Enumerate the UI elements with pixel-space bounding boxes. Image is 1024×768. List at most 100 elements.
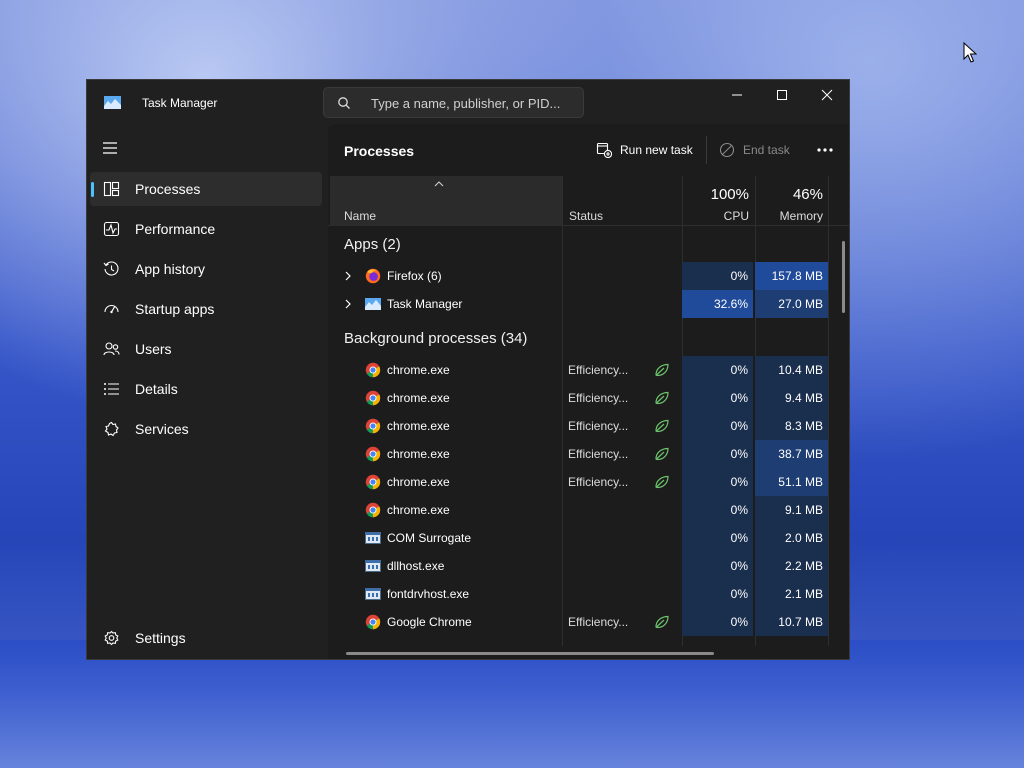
- cpu-cell: 0%: [682, 440, 753, 468]
- process-name: chrome.exe: [387, 475, 450, 489]
- sidebar-item-label: Performance: [135, 221, 216, 237]
- process-name: chrome.exe: [387, 363, 450, 377]
- minimize-button[interactable]: [714, 80, 760, 110]
- chrome-icon: [365, 614, 381, 630]
- task-manager-icon: [365, 298, 381, 310]
- sidebar-item-app-history[interactable]: App history: [90, 252, 322, 286]
- chrome-icon: [365, 418, 381, 434]
- services-icon: [104, 421, 119, 437]
- sidebar-item-label: Startup apps: [135, 301, 215, 317]
- table-row[interactable]: chrome.exe Efficiency... 0% 38.7 MB: [328, 440, 838, 468]
- cpu-cell: 0%: [682, 412, 753, 440]
- chevron-right-icon[interactable]: [344, 271, 352, 281]
- memory-cell: 9.1 MB: [755, 496, 828, 524]
- chevron-right-icon[interactable]: [344, 299, 352, 309]
- sort-ascending-icon: [434, 181, 444, 187]
- settings-gear-icon: [104, 630, 119, 646]
- settings-label: Settings: [135, 630, 186, 646]
- table-row[interactable]: dllhost.exe 0% 2.2 MB: [328, 552, 838, 580]
- efficiency-mode-leaf-icon: [655, 475, 669, 489]
- close-button[interactable]: [804, 80, 849, 110]
- search-box[interactable]: Type a name, publisher, or PID...: [323, 87, 584, 118]
- cpu-cell: 0%: [682, 262, 753, 290]
- column-header-row: Name Status 100% CPU 46% Memory: [328, 176, 849, 226]
- cpu-cell: 0%: [682, 356, 753, 384]
- sidebar-item-settings[interactable]: Settings: [90, 621, 322, 655]
- table-row[interactable]: chrome.exe Efficiency... 0% 10.4 MB: [328, 356, 838, 384]
- sidebar-item-startup-apps[interactable]: Startup apps: [90, 292, 322, 326]
- toolbar-divider: [706, 136, 707, 164]
- cpu-cell: 0%: [682, 384, 753, 412]
- sidebar-item-label: Processes: [135, 181, 201, 197]
- table-row[interactable]: Task Manager 32.6% 27.0 MB: [328, 290, 838, 318]
- table-row[interactable]: fontdrvhost.exe 0% 2.1 MB: [328, 580, 838, 608]
- vertical-scrollbar[interactable]: [842, 241, 845, 313]
- table-row[interactable]: chrome.exe 0% 9.1 MB: [328, 496, 838, 524]
- close-icon: [821, 89, 833, 101]
- maximize-icon: [777, 90, 787, 100]
- process-status: Efficiency...: [568, 363, 629, 377]
- memory-cell: 9.4 MB: [755, 384, 828, 412]
- mouse-cursor-icon: [963, 42, 977, 63]
- end-task-label: End task: [743, 143, 790, 157]
- background-processes-group-header: Background processes (34): [344, 330, 528, 347]
- efficiency-mode-leaf-icon: [655, 363, 669, 377]
- efficiency-mode-leaf-icon: [655, 447, 669, 461]
- status-header-label[interactable]: Status: [569, 209, 603, 223]
- memory-cell: 10.4 MB: [755, 356, 828, 384]
- process-status: Efficiency...: [568, 419, 629, 433]
- efficiency-mode-leaf-icon: [655, 391, 669, 405]
- system-process-icon: [365, 560, 381, 572]
- process-name: Google Chrome: [387, 615, 472, 629]
- memory-header-label[interactable]: Memory: [756, 209, 823, 223]
- app-history-icon: [103, 261, 119, 276]
- table-row[interactable]: Firefox (6) 0% 157.8 MB: [328, 262, 838, 290]
- process-name: chrome.exe: [387, 419, 450, 433]
- memory-cell: 27.0 MB: [755, 290, 828, 318]
- processes-panel: Processes Run new task End task Name Sta…: [328, 124, 849, 659]
- process-status: Efficiency...: [568, 391, 629, 405]
- table-row[interactable]: Google Chrome Efficiency... 0% 10.7 MB: [328, 608, 838, 636]
- processes-icon: [103, 181, 120, 197]
- end-task-button[interactable]: End task: [719, 139, 790, 161]
- cpu-cell: 0%: [682, 468, 753, 496]
- process-name: Task Manager: [387, 297, 463, 311]
- sidebar-item-label: App history: [135, 261, 206, 277]
- sidebar-item-label: Users: [135, 341, 172, 357]
- process-name: fontdrvhost.exe: [387, 587, 470, 601]
- horizontal-scrollbar[interactable]: [346, 652, 714, 655]
- sidebar-item-performance[interactable]: Performance: [90, 212, 322, 246]
- process-status: Efficiency...: [568, 475, 629, 489]
- memory-total-percent: 46%: [792, 186, 823, 203]
- system-process-icon: [365, 588, 381, 600]
- sidebar-item-details[interactable]: Details: [90, 372, 322, 406]
- chrome-icon: [365, 390, 381, 406]
- memory-cell: 157.8 MB: [755, 262, 828, 290]
- chrome-icon: [365, 502, 381, 518]
- process-name: chrome.exe: [387, 503, 450, 517]
- table-row[interactable]: chrome.exe Efficiency... 0% 9.4 MB: [328, 384, 838, 412]
- cpu-cell: 32.6%: [682, 290, 753, 318]
- task-manager-app-icon: [104, 96, 121, 109]
- chrome-icon: [365, 362, 381, 378]
- sidebar-item-services[interactable]: Services: [90, 412, 322, 446]
- chrome-icon: [365, 474, 381, 490]
- more-options-icon[interactable]: [815, 142, 835, 158]
- maximize-button[interactable]: [759, 80, 805, 110]
- table-row[interactable]: chrome.exe Efficiency... 0% 8.3 MB: [328, 412, 838, 440]
- process-name: dllhost.exe: [387, 559, 445, 573]
- cpu-cell: 0%: [682, 496, 753, 524]
- window-title: Task Manager: [142, 96, 218, 110]
- search-input[interactable]: Type a name, publisher, or PID...: [371, 96, 560, 111]
- firefox-icon: [365, 268, 381, 284]
- users-icon: [103, 342, 120, 356]
- cpu-header-label[interactable]: CPU: [684, 209, 749, 223]
- startup-apps-icon: [104, 304, 119, 314]
- run-new-task-button[interactable]: Run new task: [596, 139, 693, 161]
- sidebar-item-processes[interactable]: Processes: [90, 172, 322, 206]
- table-row[interactable]: chrome.exe Efficiency... 0% 51.1 MB: [328, 468, 838, 496]
- table-row[interactable]: COM Surrogate 0% 2.0 MB: [328, 524, 838, 552]
- hamburger-menu-icon[interactable]: [102, 141, 118, 155]
- sidebar-item-users[interactable]: Users: [90, 332, 322, 366]
- process-name: Firefox (6): [387, 269, 442, 283]
